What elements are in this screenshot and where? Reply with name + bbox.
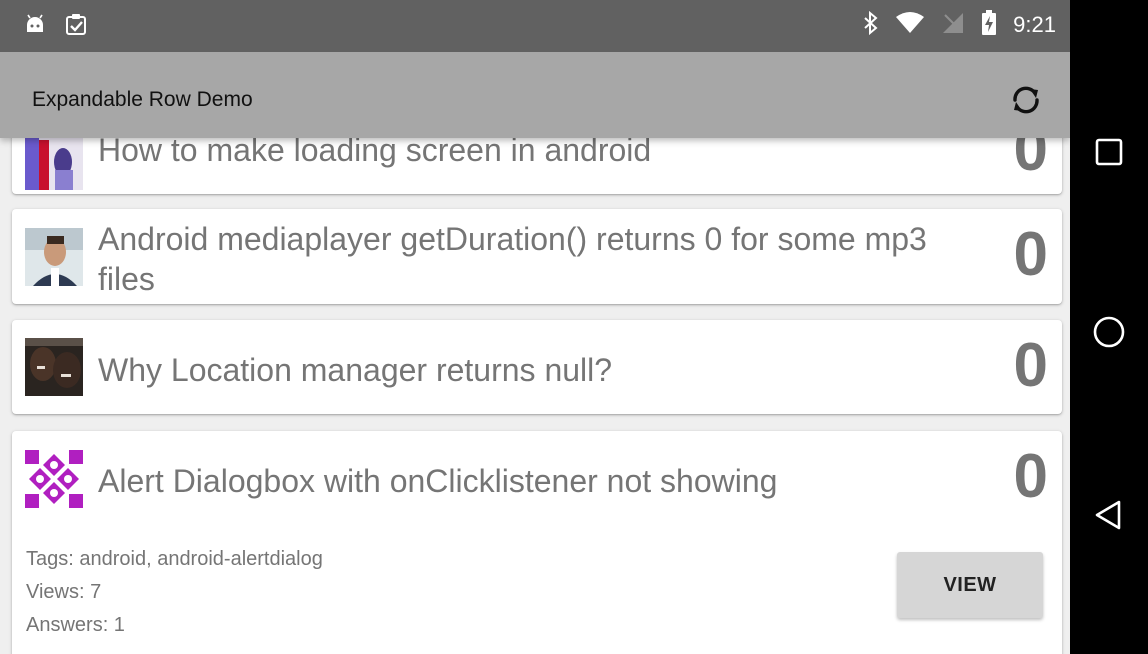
app-screen: How to make loading screen in android 0 … xyxy=(0,0,1070,654)
clipboard-check-icon xyxy=(64,12,88,40)
question-tags: Tags: android, android-alertdialog xyxy=(26,548,323,570)
user-avatar xyxy=(25,228,83,286)
home-icon[interactable] xyxy=(1070,302,1148,362)
bluetooth-icon xyxy=(863,10,879,39)
status-clock: 9:21 xyxy=(1013,12,1056,37)
android-icon xyxy=(24,13,46,39)
answer-count: 0 xyxy=(1013,442,1048,511)
battery-charging-icon xyxy=(981,10,997,40)
status-bar: 9:21 xyxy=(0,0,1070,52)
navigation-bar xyxy=(1070,0,1148,654)
recents-icon[interactable] xyxy=(1070,122,1148,182)
refresh-icon[interactable] xyxy=(1006,80,1046,120)
user-avatar xyxy=(25,450,83,508)
question-card-expanded[interactable]: Alert Dialogbox with onClicklistener not… xyxy=(12,431,1062,654)
question-title: Why Location manager returns null? xyxy=(98,352,613,388)
user-avatar xyxy=(25,338,83,396)
view-button[interactable]: VIEW xyxy=(897,552,1043,618)
wifi-icon xyxy=(895,11,925,39)
no-signal-icon xyxy=(941,11,965,39)
back-icon[interactable] xyxy=(1070,485,1148,545)
app-bar: Expandable Row Demo xyxy=(0,52,1070,138)
question-title: Android mediaplayer getDuration() return… xyxy=(98,221,927,297)
question-title: Alert Dialogbox with onClicklistener not… xyxy=(98,463,778,499)
answer-count: 0 xyxy=(1013,220,1048,289)
user-avatar xyxy=(25,132,83,190)
question-answers: Answers: 1 xyxy=(26,614,125,636)
app-title: Expandable Row Demo xyxy=(32,88,253,111)
question-card[interactable]: Why Location manager returns null? 0 xyxy=(12,320,1062,414)
question-card[interactable]: Android mediaplayer getDuration() return… xyxy=(12,209,1062,304)
question-views: Views: 7 xyxy=(26,581,102,603)
answer-count: 0 xyxy=(1013,331,1048,400)
